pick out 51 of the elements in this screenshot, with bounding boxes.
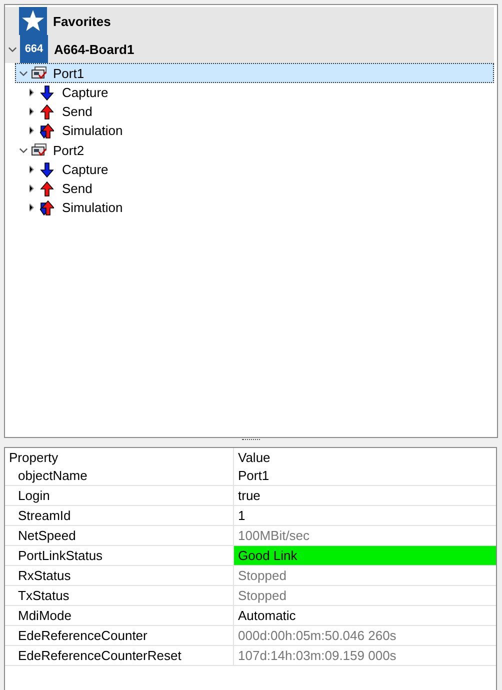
board-row[interactable]: 664 A664-Board1 xyxy=(5,35,494,63)
expand-icon[interactable] xyxy=(27,184,36,193)
property-name: MdiMode xyxy=(5,606,234,625)
tree-item[interactable]: Capture xyxy=(24,83,494,102)
favorites-row[interactable]: Favorites xyxy=(5,7,494,35)
up-down-arrow-icon xyxy=(40,200,54,216)
tree-item[interactable]: Simulation xyxy=(24,198,494,217)
property-value[interactable]: Good Link xyxy=(234,546,496,565)
down-arrow-icon xyxy=(40,162,54,178)
tree-item[interactable]: Send xyxy=(24,102,494,121)
property-value[interactable]: Stopped xyxy=(234,566,496,585)
tree-item[interactable]: Port1 xyxy=(15,63,494,83)
property-name: TxStatus xyxy=(5,586,234,605)
property-value[interactable]: 107d:14h:03m:09.159 000s xyxy=(234,646,496,665)
board-badge: 664 xyxy=(20,35,48,63)
property-name: Login xyxy=(5,486,234,505)
board-label: A664-Board1 xyxy=(54,42,134,56)
property-name: NetSpeed xyxy=(5,526,234,545)
property-value[interactable]: true xyxy=(234,486,496,505)
up-arrow-icon xyxy=(40,180,54,196)
up-arrow-icon xyxy=(40,104,54,120)
expand-icon[interactable] xyxy=(27,126,36,135)
tree-item[interactable]: Port2 xyxy=(15,140,494,160)
tree-item[interactable]: Send xyxy=(24,179,494,198)
expand-icon[interactable] xyxy=(27,165,36,174)
up-down-arrow-icon xyxy=(40,122,54,138)
property-name: EdeReferenceCounter xyxy=(5,626,234,645)
property-value[interactable]: 1 xyxy=(234,506,496,525)
property-value[interactable]: Port1 xyxy=(234,466,496,485)
down-arrow-icon xyxy=(40,84,54,100)
column-header[interactable]: Value xyxy=(234,448,496,466)
network-card-icon xyxy=(31,66,47,80)
tree-item[interactable]: Simulation xyxy=(24,121,494,140)
collapse-icon[interactable] xyxy=(19,68,28,78)
property-name: StreamId xyxy=(5,506,234,525)
expand-icon[interactable] xyxy=(27,203,36,212)
favorites-label: Favorites xyxy=(53,14,111,28)
property-name: RxStatus xyxy=(5,566,234,585)
property-value[interactable]: 000d:00h:05m:50.046 260s xyxy=(234,626,496,645)
column-header[interactable]: Property xyxy=(5,448,234,466)
property-value[interactable]: Automatic xyxy=(234,606,496,625)
expand-icon[interactable] xyxy=(27,88,36,97)
collapse-icon[interactable] xyxy=(19,146,28,154)
property-name: objectName xyxy=(5,466,234,485)
collapse-icon[interactable] xyxy=(8,44,17,54)
property-name: EdeReferenceCounterReset xyxy=(5,646,234,665)
property-value[interactable]: Stopped xyxy=(234,586,496,605)
network-card-icon xyxy=(31,143,47,157)
property-value[interactable]: 100MBit/sec xyxy=(234,526,496,545)
tree-item[interactable]: Capture xyxy=(24,160,494,179)
expand-icon[interactable] xyxy=(27,107,36,116)
